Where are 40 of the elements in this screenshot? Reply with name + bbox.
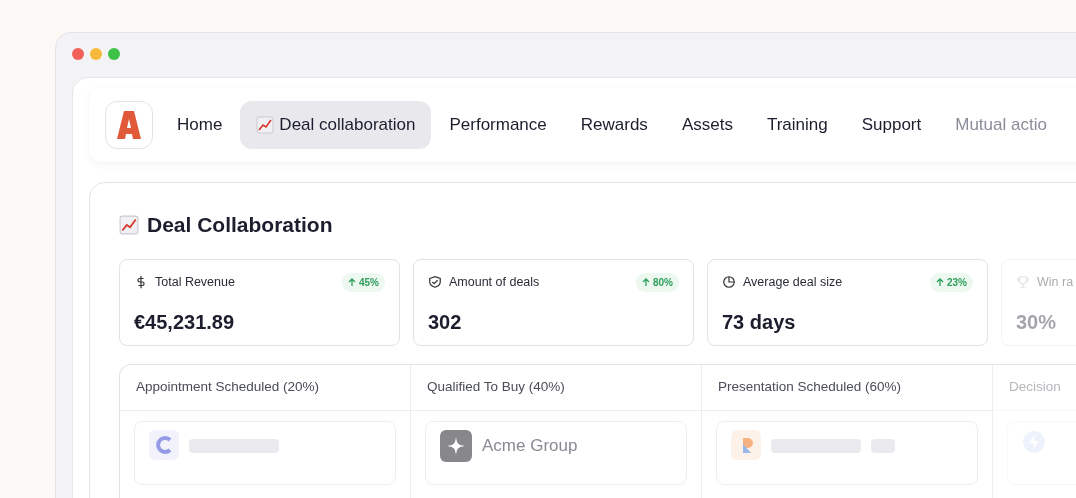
stat-label: Total Revenue (155, 273, 235, 291)
column-header: Presentation Scheduled (60%) (702, 365, 992, 411)
stat-value: 30% (1016, 310, 1058, 335)
letter-logo-icon (731, 430, 761, 460)
stat-value: 302 (428, 310, 463, 335)
nav-tab[interactable]: Performance (433, 101, 563, 149)
column-header: Decision (993, 365, 1076, 411)
circle-logo-icon (149, 430, 179, 460)
chart-icon (256, 116, 275, 134)
up-arrow-icon (642, 277, 650, 287)
column-header: Appointment Scheduled (20%) (120, 365, 410, 411)
nav-tab[interactable]: Rewards (564, 101, 664, 149)
page-title: Deal Collaboration (147, 212, 333, 239)
deal-card[interactable]: Acme Group (425, 421, 687, 485)
letter-a-logo-icon (116, 110, 142, 140)
column-header: Qualified To Buy (40%) (411, 365, 701, 411)
change-badge: 80% (636, 272, 679, 292)
nav-tab[interactable]: Deal collaboration (240, 101, 432, 149)
stat-value: 73 days (722, 310, 797, 335)
nav-tab[interactable]: Assets (665, 101, 749, 149)
up-arrow-icon (348, 277, 356, 287)
nav-tab[interactable]: Home (161, 101, 239, 149)
up-arrow-icon (936, 277, 944, 287)
nav-tab[interactable]: Support (845, 101, 938, 149)
change-badge: 45% (342, 272, 385, 292)
stat-label: Average deal size (743, 273, 843, 291)
trophy-icon (1016, 275, 1030, 289)
stat-value: €45,231.89 (134, 310, 236, 335)
change-badge: 23% (930, 272, 973, 292)
pie-chart-icon (722, 275, 736, 289)
deal-card[interactable] (716, 421, 978, 485)
app-logo[interactable] (105, 101, 153, 149)
dollar-icon (134, 275, 148, 289)
chart-icon (119, 215, 139, 235)
deal-card[interactable] (134, 421, 396, 485)
stat-label: Amount of deals (449, 273, 540, 291)
sparkle-logo-icon (440, 430, 472, 462)
nav-tab[interactable]: Training (750, 101, 844, 149)
stat-label: Win ra (1037, 273, 1074, 291)
company-name: Acme Group (482, 435, 578, 457)
